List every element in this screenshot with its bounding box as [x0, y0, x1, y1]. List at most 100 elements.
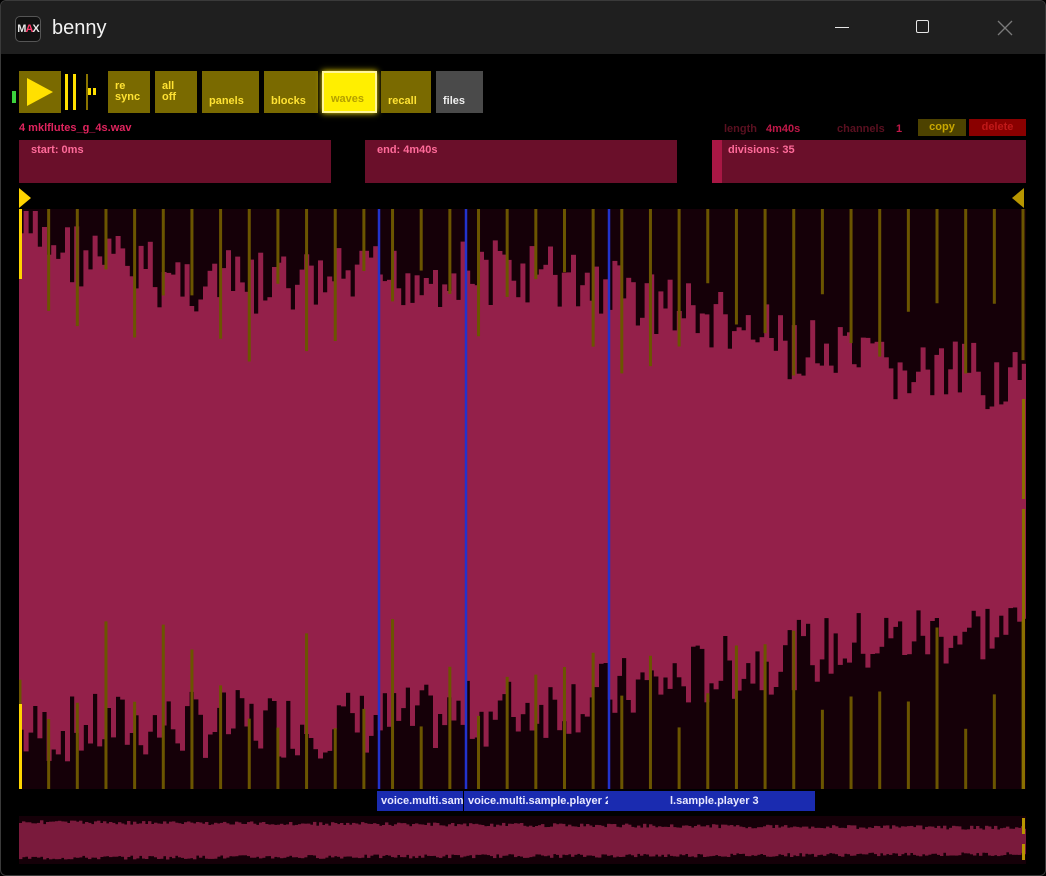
waveform-bar — [640, 317, 645, 673]
waveform-bar — [170, 274, 176, 730]
resync-button[interactable]: re sync — [108, 71, 150, 113]
copy-button[interactable]: copy — [918, 119, 966, 136]
waveform-bar — [437, 307, 443, 714]
title-bar[interactable]: MAX benny — [1, 1, 1045, 54]
waveform-bar — [681, 318, 687, 687]
waveform-bar — [916, 371, 921, 611]
waveform-bar — [676, 311, 682, 678]
overview-bar — [124, 824, 128, 860]
overview-bar — [685, 825, 689, 854]
waveform-bar — [801, 375, 806, 637]
overview-bar — [691, 827, 695, 857]
overview-bar — [535, 826, 539, 855]
play-icon — [27, 78, 53, 106]
overview-bar — [364, 823, 368, 855]
waveform-bar — [764, 304, 770, 662]
overview-bar — [334, 823, 338, 857]
overview-bar — [868, 827, 872, 853]
waveform-bar — [773, 350, 779, 687]
waveform-bar — [525, 302, 530, 703]
waveform-bar — [396, 288, 402, 721]
overview-bar — [316, 825, 320, 859]
end-field[interactable]: end: 4m40s — [365, 140, 677, 183]
panels-button[interactable]: panels — [202, 71, 259, 113]
waves-button[interactable]: waves — [322, 71, 377, 113]
waveform-bar — [994, 362, 1000, 638]
waveform-bar — [745, 315, 751, 664]
waveform-bar — [998, 404, 1004, 616]
waveform-bar — [322, 292, 328, 753]
overview-bar — [226, 823, 230, 858]
overview-bar — [97, 820, 101, 860]
delete-button[interactable]: delete — [969, 119, 1026, 136]
overview-bar — [565, 826, 569, 856]
overview-bar — [574, 826, 578, 855]
waveform-bar — [152, 287, 158, 716]
overview-bar — [70, 820, 74, 860]
overview-bar — [217, 823, 221, 857]
start-marker-icon[interactable] — [19, 188, 33, 208]
minimize-button[interactable] — [819, 9, 865, 47]
overview-bar — [154, 822, 158, 858]
overview-bar — [634, 827, 638, 858]
stop-button[interactable] — [84, 71, 102, 113]
overview-bar — [235, 821, 239, 857]
waveform-bar — [212, 263, 218, 732]
overview-bar — [766, 824, 770, 857]
overview-bar — [1012, 828, 1016, 855]
waveform-bar — [428, 283, 434, 696]
start-field[interactable]: start: 0ms — [19, 140, 331, 183]
play-button[interactable] — [19, 71, 61, 113]
overview-waveform[interactable] — [19, 816, 1026, 864]
all-off-button[interactable]: all off — [155, 71, 197, 113]
overview-bar — [277, 824, 281, 858]
overview-bar — [937, 825, 941, 855]
waveform-bar — [589, 300, 595, 698]
player-block-1[interactable]: voice.multi.sample.player 1 — [377, 791, 463, 811]
overview-bar — [586, 824, 590, 856]
overview-bar — [139, 823, 143, 856]
overview-bar — [667, 827, 671, 855]
close-button[interactable] — [981, 9, 1027, 47]
waveform-bar — [658, 291, 664, 695]
overview-bar — [223, 821, 227, 859]
waveform-bar — [166, 272, 172, 702]
overview-bar — [289, 822, 293, 856]
overview-bar — [547, 827, 551, 856]
end-marker-icon[interactable] — [1010, 188, 1026, 208]
recall-button[interactable]: recall — [381, 71, 431, 113]
overview-bar — [490, 823, 494, 857]
waveform-bar — [281, 256, 287, 758]
player-block-2[interactable]: voice.multi.sample.player 2 — [464, 791, 608, 811]
overview-bar — [646, 827, 650, 855]
overview-bar — [484, 826, 488, 855]
overview-bar — [982, 829, 986, 853]
player-block-3[interactable]: l.sample.player 3 — [608, 791, 815, 811]
overview-bar — [1018, 827, 1022, 855]
waveform-display[interactable] — [19, 209, 1026, 789]
waveform-bar — [630, 282, 636, 713]
overview-bar — [658, 826, 662, 857]
waveform-bar — [221, 268, 227, 693]
overview-bar — [328, 825, 332, 856]
waveform-bar — [575, 306, 581, 733]
patch-content: re sync all off panels blocks waves recall… — [2, 54, 1045, 875]
divisions-field[interactable]: divisions: 35 — [712, 140, 1026, 183]
overview-bar — [250, 821, 254, 858]
files-button[interactable]: files — [436, 71, 483, 113]
overview-bar — [433, 822, 437, 856]
overview-bar — [229, 824, 233, 857]
overview-bar — [394, 824, 398, 858]
waveform-bar — [975, 371, 981, 617]
overview-bar — [1009, 828, 1013, 855]
waveform-bar — [226, 250, 231, 735]
waveform-bar — [939, 348, 944, 637]
maximize-button[interactable] — [900, 9, 946, 47]
waveform-bar — [354, 264, 360, 733]
pause-button[interactable] — [63, 71, 81, 113]
app-window: MAX benny re sync all off panels blocks wa… — [0, 0, 1046, 876]
overview-bar — [889, 828, 893, 855]
overview-bar — [541, 824, 545, 856]
blocks-button[interactable]: blocks — [264, 71, 318, 113]
overview-bar — [85, 822, 89, 858]
